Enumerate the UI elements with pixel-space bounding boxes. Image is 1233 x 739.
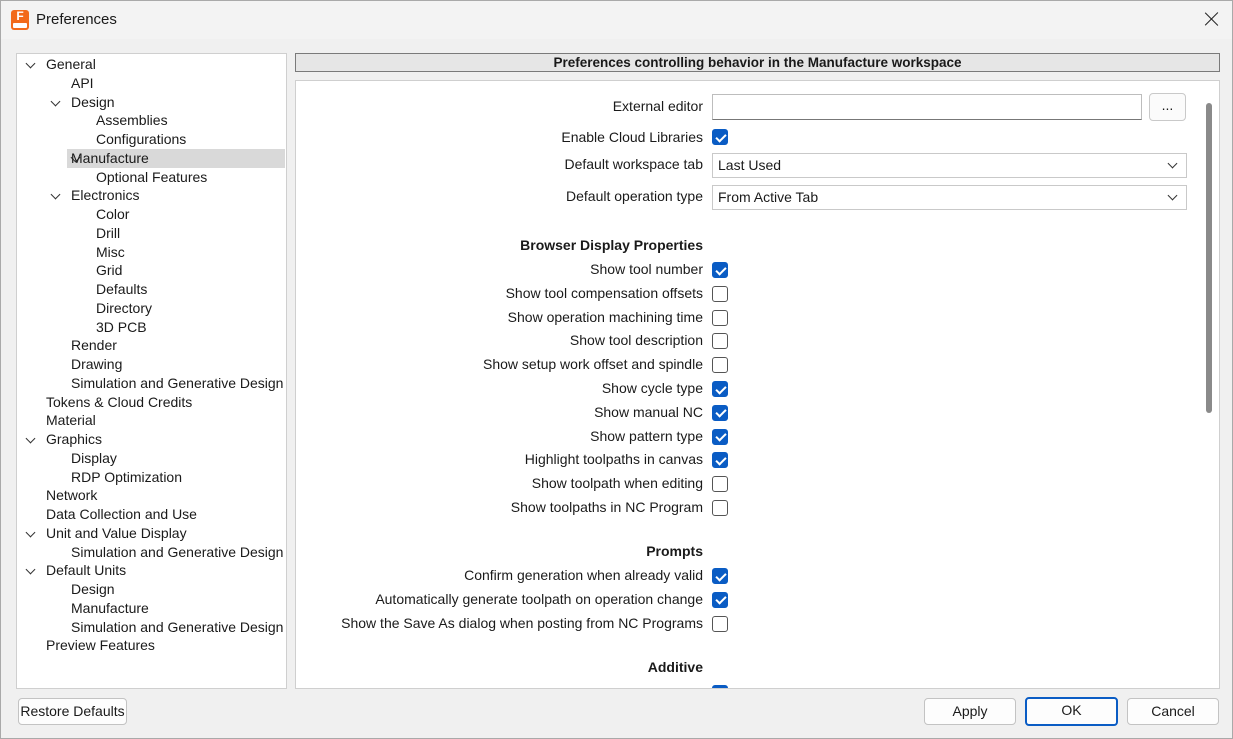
browser-display-option-checkbox[interactable] xyxy=(712,285,728,302)
tree-item-label: Design xyxy=(71,93,115,110)
tree-item-label: Simulation and Generative Design xyxy=(71,543,284,560)
window-title: Preferences xyxy=(36,11,117,28)
additive-heading: Additive xyxy=(647,659,703,675)
chevron-down-icon xyxy=(1167,158,1178,169)
browser-display-option-label: Show setup work offset and spindle xyxy=(483,356,703,373)
tree-item-label: Assemblies xyxy=(96,112,168,129)
prompts-option-label: Confirm generation when already valid xyxy=(464,567,703,583)
browser-display-heading: Browser Display Properties xyxy=(520,237,703,253)
browser-display-option-label: Show pattern type xyxy=(590,427,703,444)
browser-display-option-checkbox[interactable] xyxy=(712,333,728,350)
tree-item-label: Grid xyxy=(96,262,123,279)
tree-item-label: Misc xyxy=(96,243,125,260)
prompts-option-checkbox[interactable] xyxy=(712,591,728,608)
tree-item-label: Network xyxy=(46,487,98,504)
tree-item-label: Render xyxy=(71,337,117,354)
browser-display-option-label: Highlight toolpaths in canvas xyxy=(524,451,703,468)
ok-button[interactable]: OK xyxy=(1025,697,1118,726)
tree-item-label: Unit and Value Display xyxy=(46,524,187,541)
browser-display-option-checkbox[interactable] xyxy=(712,309,728,326)
preferences-window: F Preferences General API Design Assemblies… xyxy=(0,0,1233,739)
chevron-down-icon[interactable] xyxy=(51,98,61,108)
browser-display-option-checkbox[interactable] xyxy=(712,452,728,469)
prompts-option-checkbox[interactable] xyxy=(712,615,728,632)
tree-item[interactable]: Manufacture xyxy=(67,148,285,168)
browser-display-option-label: Show tool number xyxy=(590,261,703,277)
browser-display-option-label: Show operation machining time xyxy=(507,308,703,325)
browser-display-option-checkbox[interactable] xyxy=(712,500,728,516)
browser-display-option-checkbox[interactable] xyxy=(712,357,728,374)
preferences-tree: General API Design Assemblies Configurations… xyxy=(16,53,287,689)
manufacture-preferences-panel: External editor ... Enable Cloud Librari… xyxy=(295,80,1220,689)
tree-item-label: Design xyxy=(71,581,115,597)
tree-item-label: Simulation and Generative Design xyxy=(71,374,284,391)
tree-item-label: Electronics xyxy=(71,187,140,204)
operation-type-value: From Active Tab xyxy=(718,189,819,205)
tree-item-label: Manufacture xyxy=(71,149,149,166)
external-editor-label: External editor xyxy=(612,98,703,114)
tree-item-label: Material xyxy=(46,412,96,429)
external-editor-input[interactable] xyxy=(712,94,1142,120)
tree-item-label: Simulation and Generative Design xyxy=(71,618,284,635)
fusion-app-icon: F xyxy=(11,10,29,30)
tree-item-label: Optional Features xyxy=(96,168,208,185)
tree-item-label: Tokens & Cloud Credits xyxy=(46,393,193,410)
prompts-heading: Prompts xyxy=(646,543,703,559)
tree-item-label: API xyxy=(71,74,94,91)
browser-display-option-checkbox[interactable] xyxy=(712,262,728,278)
cancel-button[interactable]: Cancel xyxy=(1127,698,1219,725)
prompts-option-label: Automatically generate toolpath on opera… xyxy=(375,590,703,607)
chevron-down-icon[interactable] xyxy=(51,191,61,201)
browser-display-option-label: Show manual NC xyxy=(594,403,703,420)
browser-display-option-checkbox[interactable] xyxy=(712,381,728,397)
browser-display-option-label: Show tool compensation offsets xyxy=(505,284,703,301)
panel-scroll-thumb[interactable] xyxy=(1206,103,1212,413)
tree-item-label: Directory xyxy=(96,299,153,316)
cloud-libraries-checkbox[interactable] xyxy=(712,129,728,145)
chevron-down-icon[interactable] xyxy=(26,529,36,539)
tree-item-label: Display xyxy=(71,449,117,466)
browser-display-option-label: Show tool description xyxy=(569,332,703,349)
operation-type-label: Default operation type xyxy=(566,188,703,204)
browser-display-option-label: Show toolpath when editing xyxy=(531,475,703,492)
browse-editor-button[interactable]: ... xyxy=(1149,93,1186,121)
title-bar: F Preferences xyxy=(1,1,1232,39)
tree-item-label: General xyxy=(46,56,96,72)
cloud-libraries-label: Enable Cloud Libraries xyxy=(561,129,703,145)
close-icon[interactable] xyxy=(1201,8,1223,30)
browser-display-option-checkbox[interactable] xyxy=(712,476,728,493)
operation-type-select[interactable]: From Active Tab xyxy=(712,185,1187,210)
restore-defaults-button[interactable]: Restore Defaults xyxy=(18,698,127,725)
additive-option-checkbox[interactable] xyxy=(712,685,728,688)
tree-item-label: Defaults xyxy=(96,281,148,297)
workspace-tab-label: Default workspace tab xyxy=(564,156,703,172)
section-header: Preferences controlling behavior in the … xyxy=(295,53,1220,72)
prompts-option-label: Show the Save As dialog when posting fro… xyxy=(341,614,703,631)
tree-item-label: Data Collection and Use xyxy=(46,506,197,522)
tree-item-label: Manufacture xyxy=(71,599,149,616)
chevron-down-icon[interactable] xyxy=(26,435,36,445)
apply-button[interactable]: Apply xyxy=(924,698,1016,725)
browser-display-option-checkbox[interactable] xyxy=(712,404,728,421)
tree-item-label: 3D PCB xyxy=(96,318,147,335)
tree-item-label: Configurations xyxy=(96,131,187,147)
prompts-option-checkbox[interactable] xyxy=(712,568,728,584)
browser-display-option-checkbox[interactable] xyxy=(712,428,728,445)
workspace-tab-value: Last Used xyxy=(718,157,782,173)
browser-display-option-label: Show toolpaths in NC Program xyxy=(510,499,703,515)
chevron-down-icon xyxy=(1167,190,1178,201)
tree-item-label: RDP Optimization xyxy=(71,468,183,485)
tree-item-label: Preview Features xyxy=(46,637,155,654)
browser-display-option-label: Show cycle type xyxy=(601,380,703,396)
chevron-down-icon[interactable] xyxy=(26,60,36,70)
workspace-tab-select[interactable]: Last Used xyxy=(712,153,1187,178)
tree-item-label: Drawing xyxy=(71,356,123,372)
tree-item-label: Graphics xyxy=(46,431,103,447)
tree-item-label: Drill xyxy=(96,224,121,241)
tree-item-label: Color xyxy=(96,206,130,222)
tree-item-label: Default Units xyxy=(46,562,127,579)
chevron-down-icon[interactable] xyxy=(26,566,36,576)
